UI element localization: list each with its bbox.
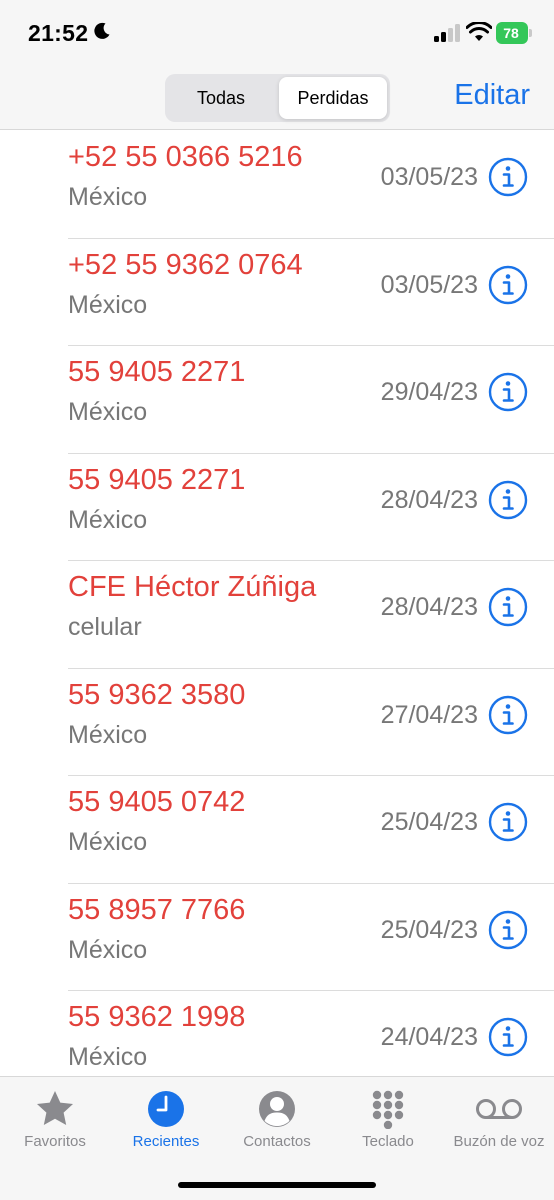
voicemail-icon [476, 1099, 522, 1119]
cellular-signal-icon [434, 24, 462, 42]
person-circle-icon [259, 1091, 295, 1127]
caller-location: México [68, 398, 148, 426]
call-date: 24/04/23 [380, 1023, 478, 1051]
caller-name: 55 9405 0742 [68, 786, 246, 818]
call-date: 29/04/23 [380, 378, 478, 406]
call-filter-segmented-control: Todas Perdidas [165, 74, 390, 122]
call-row[interactable]: 55 9405 0742 México 25/04/23 [0, 776, 554, 884]
tab-label: Recientes [132, 1133, 200, 1150]
info-icon[interactable] [488, 1017, 528, 1057]
caller-location: México [68, 935, 148, 964]
call-date: 27/04/23 [380, 700, 478, 729]
caller-name: CFE Héctor Zúñiga [68, 571, 317, 603]
moon-icon [94, 22, 110, 39]
caller-name: +52 55 0366 5216 [68, 141, 303, 173]
info-icon[interactable] [488, 480, 528, 520]
info-icon[interactable] [488, 802, 528, 842]
call-row[interactable]: 55 9405 2271 México 28/04/23 [0, 454, 554, 561]
call-date: 03/05/23 [380, 163, 478, 191]
recent-calls-list: +52 55 0366 5216 México 03/05/23 +52 55 … [0, 131, 554, 1076]
caller-location: celular [68, 613, 142, 641]
tab-recientes[interactable]: Recientes [111, 1089, 221, 1150]
home-indicator[interactable] [178, 1182, 376, 1188]
caller-name: +52 55 9362 0764 [68, 248, 303, 281]
call-row[interactable]: +52 55 0366 5216 México 03/05/23 [0, 131, 554, 239]
call-date: 25/04/23 [380, 808, 478, 836]
wifi-icon [466, 22, 492, 41]
call-row[interactable]: CFE Héctor Zúñiga celular 28/04/23 [0, 561, 554, 669]
tab-contactos[interactable]: Contactos [222, 1089, 332, 1150]
call-row[interactable]: +52 55 9362 0764 México 03/05/23 [0, 239, 554, 346]
caller-location: México [68, 828, 148, 856]
battery-level: 78 [503, 25, 519, 41]
caller-name: 55 9405 2271 [68, 356, 246, 388]
call-row[interactable]: 55 9362 1998 México 24/04/23 [0, 991, 554, 1076]
nav-bar: Todas Perdidas Editar [0, 70, 554, 130]
clock-icon [148, 1091, 184, 1127]
tab-label: Favoritos [24, 1133, 86, 1150]
tab-label: Buzón de voz [453, 1133, 545, 1150]
caller-location: México [68, 505, 148, 534]
tab-favoritos[interactable]: Favoritos [0, 1089, 110, 1150]
caller-name: 55 9362 1998 [68, 1001, 246, 1033]
call-date: 03/05/23 [380, 270, 478, 299]
caller-name: 55 8957 7766 [68, 893, 246, 926]
info-icon[interactable] [488, 265, 528, 305]
info-icon[interactable] [488, 157, 528, 197]
info-icon[interactable] [488, 695, 528, 735]
caller-location: México [68, 183, 148, 211]
tab-label: Teclado [362, 1133, 414, 1150]
call-date: 28/04/23 [380, 485, 478, 514]
caller-location: México [68, 720, 148, 749]
status-time: 21:52 [28, 20, 89, 46]
call-row[interactable]: 55 9362 3580 México 27/04/23 [0, 669, 554, 776]
caller-location: México [68, 290, 148, 319]
status-bar: 21:52 78 [0, 0, 554, 70]
edit-button[interactable]: Editar [454, 79, 530, 112]
call-row[interactable]: 55 8957 7766 México 25/04/23 [0, 884, 554, 991]
call-date: 28/04/23 [380, 593, 478, 621]
info-icon[interactable] [488, 910, 528, 950]
call-row[interactable]: 55 9405 2271 México 29/04/23 [0, 346, 554, 454]
caller-name: 55 9362 3580 [68, 678, 246, 711]
segment-todas[interactable]: Todas [168, 77, 274, 119]
info-icon[interactable] [488, 372, 528, 412]
tab-buzon-de-voz[interactable]: Buzón de voz [444, 1089, 554, 1150]
star-icon [37, 1091, 73, 1125]
tab-label: Contactos [243, 1133, 311, 1150]
phone-screen: 21:52 78 Todas Perdidas Editar +52 55 03… [0, 0, 554, 1200]
battery-icon: 78 [496, 22, 532, 44]
caller-location: México [68, 1043, 148, 1071]
keypad-icon [372, 1090, 404, 1129]
segment-perdidas[interactable]: Perdidas [279, 77, 387, 119]
caller-name: 55 9405 2271 [68, 463, 246, 496]
info-icon[interactable] [488, 587, 528, 627]
call-date: 25/04/23 [380, 915, 478, 944]
tab-teclado[interactable]: Teclado [333, 1089, 443, 1150]
